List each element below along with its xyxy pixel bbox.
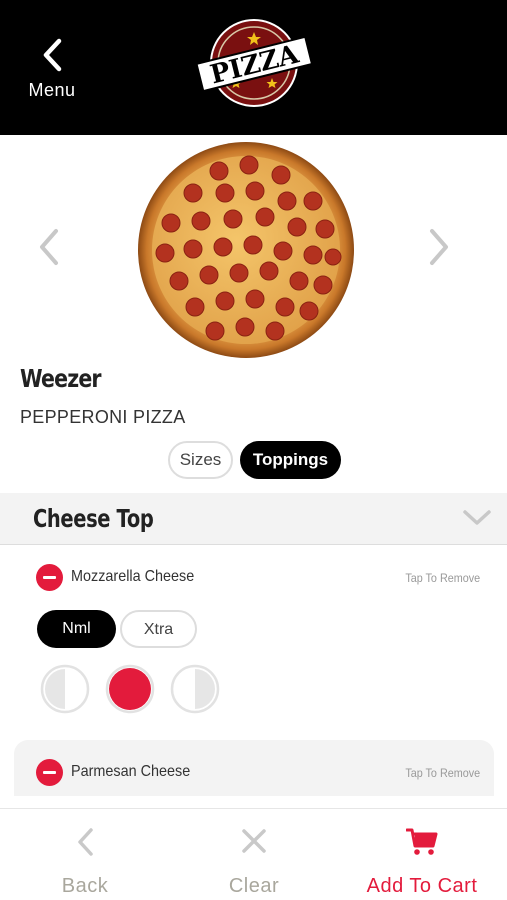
right-half-icon[interactable] — [170, 664, 220, 714]
product-gallery — [0, 135, 507, 360]
pizza-image — [138, 142, 354, 358]
minus-circle-icon[interactable] — [36, 759, 63, 786]
chevron-left-icon — [78, 828, 93, 856]
whole-portion-icon[interactable] — [105, 664, 155, 714]
clear-button[interactable]: Clear — [189, 809, 319, 900]
product-type: PEPPERONI PIZZA — [20, 407, 186, 427]
close-icon — [242, 829, 266, 853]
chevron-down-icon[interactable] — [462, 509, 492, 527]
bottom-action-bar: Back Clear Add To Cart — [0, 808, 507, 900]
topping-item: Parmesan Cheese Tap To Remove — [14, 740, 494, 796]
next-image-button[interactable] — [424, 227, 454, 267]
product-name: Weezer — [20, 364, 102, 393]
tab-toppings[interactable]: Toppings — [240, 441, 341, 479]
amount-normal-button[interactable]: Nml — [37, 610, 116, 648]
prev-image-button[interactable] — [34, 227, 64, 267]
topping-name: Mozzarella Cheese — [71, 568, 195, 585]
topping-item: Mozzarella Cheese Tap To Remove Nml Xtra — [14, 556, 494, 731]
cart-icon — [406, 828, 438, 855]
minus-circle-icon[interactable] — [36, 564, 63, 591]
topping-name: Parmesan Cheese — [71, 763, 191, 780]
section-header[interactable]: Cheese Top — [0, 493, 507, 545]
back-label: Back — [61, 875, 109, 897]
clear-label: Clear — [228, 875, 280, 897]
add-to-cart-button[interactable]: Add To Cart — [352, 809, 492, 900]
back-button[interactable]: Back — [20, 809, 150, 900]
tap-to-remove-label[interactable]: Tap To Remove — [405, 766, 480, 780]
pizza-logo: PIZZA — [196, 19, 312, 107]
menu-button[interactable]: Menu — [22, 38, 82, 108]
section-title: Cheese Top — [33, 504, 154, 533]
app-header: Menu PIZZA — [0, 0, 507, 135]
left-half-icon[interactable] — [40, 664, 90, 714]
tap-to-remove-label[interactable]: Tap To Remove — [405, 571, 480, 585]
menu-label: Menu — [28, 80, 76, 100]
chevron-left-icon — [43, 38, 62, 72]
add-to-cart-label: Add To Cart — [366, 875, 478, 897]
amount-extra-button[interactable]: Xtra — [120, 610, 197, 648]
tab-sizes[interactable]: Sizes — [168, 441, 233, 479]
